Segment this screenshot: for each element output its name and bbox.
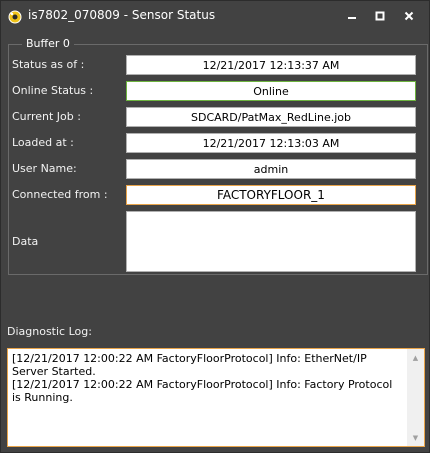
user-name-label: User Name: bbox=[12, 162, 77, 175]
sensor-app-icon bbox=[8, 9, 22, 24]
online-status-field[interactable]: Online bbox=[126, 81, 416, 101]
user-name-field[interactable]: admin bbox=[126, 159, 416, 179]
title-bar[interactable]: is7802_070809 - Sensor Status bbox=[1, 1, 429, 31]
log-line: [12/21/2017 12:00:22 AM FactoryFloorProt… bbox=[12, 378, 393, 404]
connected-from-label: Connected from : bbox=[12, 188, 108, 201]
log-line: [12/21/2017 12:00:22 AM FactoryFloorProt… bbox=[12, 352, 367, 378]
connected-from-field[interactable]: FACTORYFLOOR_1 bbox=[126, 185, 416, 205]
data-label: Data bbox=[12, 235, 39, 248]
scroll-up-icon[interactable]: ▲ bbox=[407, 349, 424, 366]
maximize-button[interactable] bbox=[367, 4, 393, 28]
current-job-field[interactable]: SDCARD/PatMax_RedLine.job bbox=[126, 107, 416, 127]
minimize-icon bbox=[347, 11, 357, 21]
close-icon bbox=[404, 11, 414, 21]
minimize-button[interactable] bbox=[339, 4, 365, 28]
sensor-status-window: is7802_070809 - Sensor Status Buffer 0 S… bbox=[0, 0, 430, 453]
diagnostic-log-label: Diagnostic Log: bbox=[7, 325, 92, 338]
diagnostic-log-text: [12/21/2017 12:00:22 AM FactoryFloorProt… bbox=[12, 352, 396, 404]
online-status-label: Online Status : bbox=[12, 84, 94, 97]
loaded-at-label: Loaded at : bbox=[12, 136, 74, 149]
log-scrollbar[interactable]: ▲ ▼ bbox=[407, 349, 424, 446]
maximize-icon bbox=[375, 11, 385, 21]
status-as-of-field[interactable]: 12/21/2017 12:13:37 AM bbox=[126, 55, 416, 75]
loaded-at-field[interactable]: 12/21/2017 12:13:03 AM bbox=[126, 133, 416, 153]
current-job-label: Current Job : bbox=[12, 110, 81, 123]
status-as-of-label: Status as of : bbox=[12, 58, 85, 71]
window-title: is7802_070809 - Sensor Status bbox=[28, 8, 216, 22]
scroll-down-icon[interactable]: ▼ bbox=[407, 429, 424, 446]
buffer-group-label: Buffer 0 bbox=[22, 37, 74, 50]
diagnostic-log[interactable]: [12/21/2017 12:00:22 AM FactoryFloorProt… bbox=[7, 348, 425, 447]
close-button[interactable] bbox=[396, 4, 422, 28]
data-field[interactable] bbox=[126, 211, 416, 272]
